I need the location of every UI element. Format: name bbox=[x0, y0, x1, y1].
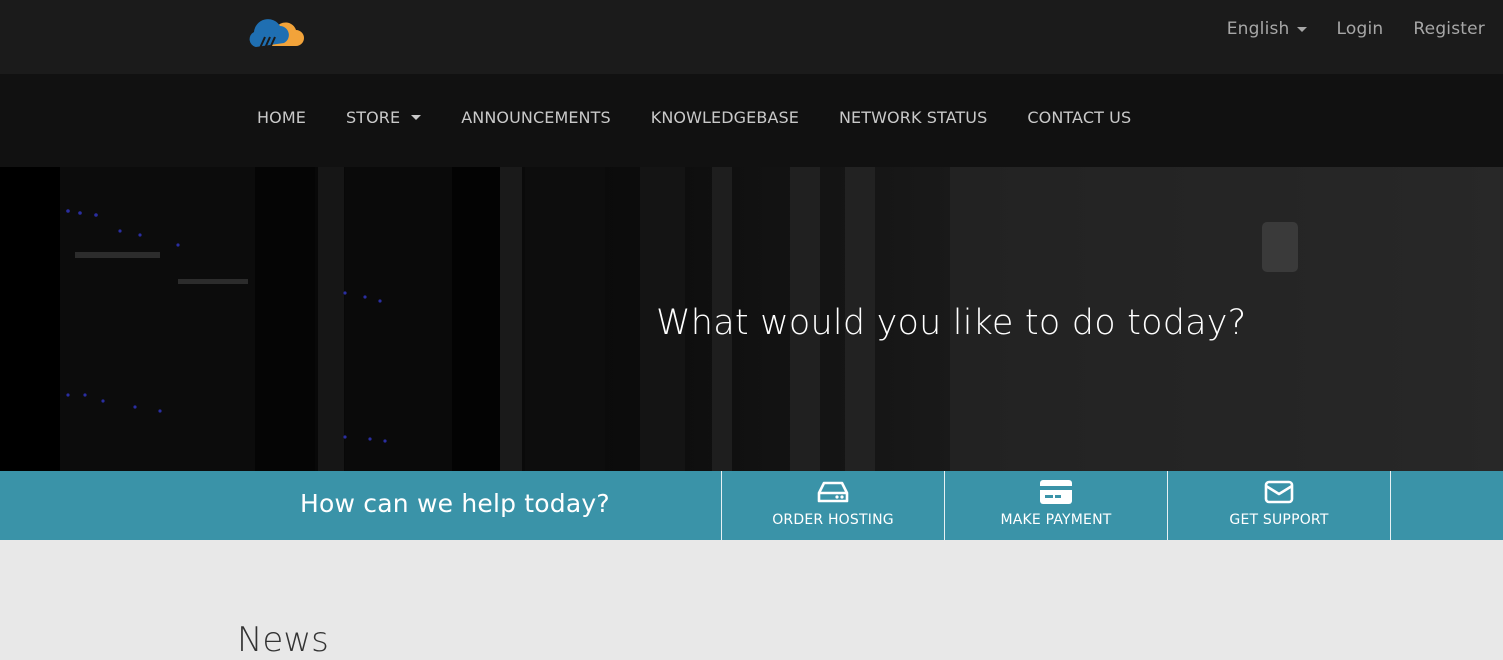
help-bar-divider bbox=[1390, 471, 1391, 540]
login-link[interactable]: Login bbox=[1337, 19, 1384, 39]
help-bar: How can we help today? ORDER HOSTING MAK… bbox=[0, 471, 1503, 540]
language-label: English bbox=[1226, 19, 1290, 39]
nav-list: HOME STORE ANNOUNCEMENTS KNOWLEDGEBASE N… bbox=[257, 108, 1131, 127]
caret-down-icon bbox=[1296, 26, 1307, 32]
envelope-icon bbox=[1264, 479, 1294, 505]
news-heading: News bbox=[237, 620, 329, 660]
language-dropdown[interactable]: English bbox=[1227, 19, 1307, 39]
nav-item-store[interactable]: STORE bbox=[345, 108, 422, 127]
nav-item-network-status[interactable]: NETWORK STATUS bbox=[839, 108, 987, 127]
get-support-button[interactable]: GET SUPPORT bbox=[1167, 471, 1390, 540]
main-content: News bbox=[0, 540, 1503, 660]
get-support-label: GET SUPPORT bbox=[1229, 512, 1329, 528]
order-hosting-label: ORDER HOSTING bbox=[772, 512, 894, 528]
nav-item-store-label: STORE bbox=[345, 108, 401, 127]
make-payment-button[interactable]: MAKE PAYMENT bbox=[944, 471, 1167, 540]
nav-item-home[interactable]: HOME bbox=[257, 108, 306, 127]
nav-item-contact-us[interactable]: CONTACT US bbox=[1027, 108, 1131, 127]
top-bar: English Login Register bbox=[0, 0, 1503, 74]
caret-down-icon bbox=[411, 115, 422, 120]
credit-card-icon bbox=[1039, 479, 1073, 505]
cloud-logo-icon[interactable] bbox=[248, 10, 304, 52]
server-icon bbox=[816, 479, 850, 505]
nav-item-knowledgebase[interactable]: KNOWLEDGEBASE bbox=[651, 108, 799, 127]
main-navbar: HOME STORE ANNOUNCEMENTS KNOWLEDGEBASE N… bbox=[0, 74, 1503, 167]
hero-title: What would you like to do today? bbox=[656, 303, 1247, 343]
help-title: How can we help today? bbox=[300, 489, 610, 518]
register-link[interactable]: Register bbox=[1413, 19, 1485, 39]
order-hosting-button[interactable]: ORDER HOSTING bbox=[721, 471, 944, 540]
nav-item-announcements[interactable]: ANNOUNCEMENTS bbox=[461, 108, 611, 127]
make-payment-label: MAKE PAYMENT bbox=[1000, 512, 1112, 528]
top-links: English Login Register bbox=[1227, 17, 1485, 41]
hero-banner: What would you like to do today? bbox=[0, 167, 1503, 471]
